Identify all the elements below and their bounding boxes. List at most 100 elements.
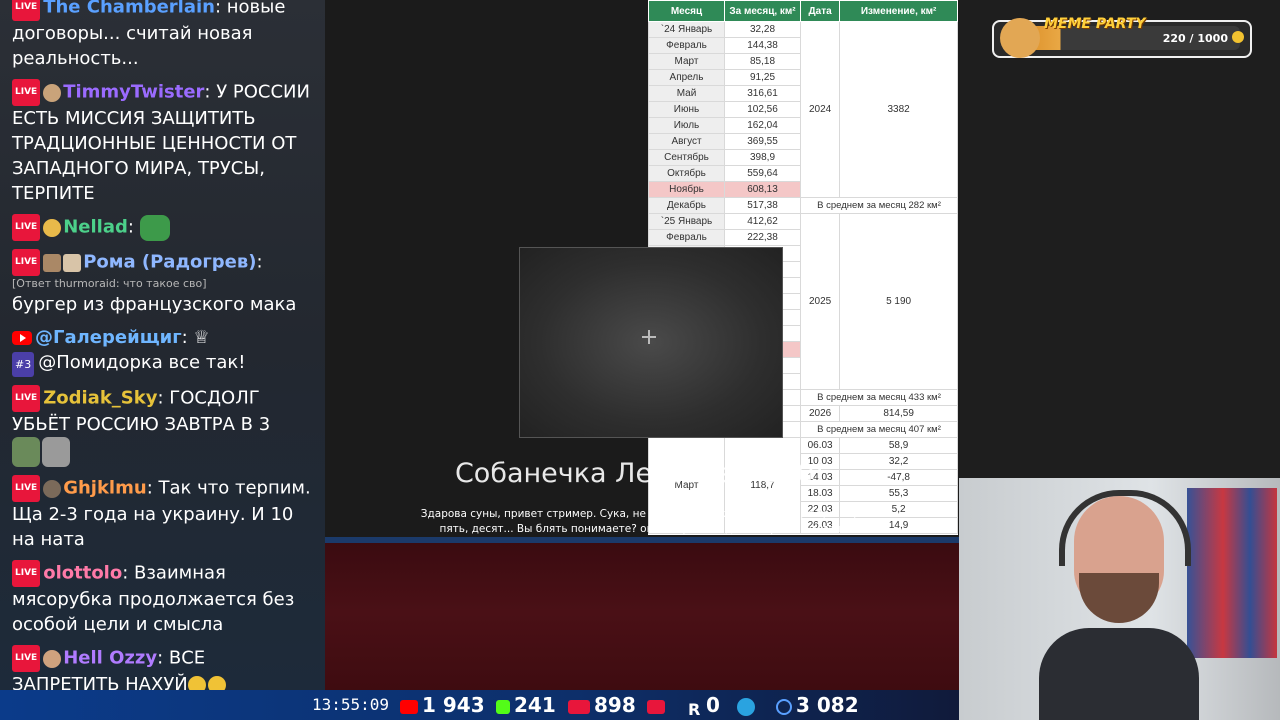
value-cell: 559,64 <box>724 165 801 182</box>
average-cell: В среднем за месяц 407 км² <box>800 421 958 438</box>
month-cell: Сентябрь <box>648 149 725 166</box>
streamer-beard <box>1079 573 1159 623</box>
month-cell: Октябрь <box>648 165 725 182</box>
meme-count: 220 / 1000 <box>1162 32 1228 45</box>
laughing-emoji-icon <box>187 676 206 690</box>
chat-message: LIVE Ghjklmu: Так что терпим. Ща 2-3 года… <box>0 473 325 558</box>
youtube-icon <box>12 331 32 345</box>
vk-icon <box>647 693 669 717</box>
chat-reply: [Ответ thurmoraid: что такое сво] <box>12 277 207 290</box>
month-cell: `25 Январь <box>648 213 725 230</box>
kick-viewers: 241 <box>496 693 556 717</box>
rutube-icon: R <box>688 699 701 719</box>
live-viewers: 898 <box>568 693 636 717</box>
chat-text: бургер из французского мака <box>12 294 297 315</box>
live-badge-icon: LIVE <box>12 560 41 587</box>
live-badge-icon: LIVE <box>12 79 41 106</box>
live-icon <box>568 699 590 714</box>
rutube-viewers: R0 <box>688 693 720 719</box>
table-row: Март 118,7 06.03 58,9 <box>648 437 958 534</box>
value-cell: 85,18 <box>724 53 801 70</box>
value-cell: 316,61 <box>724 85 801 102</box>
live-badge-icon: LIVE <box>12 0 41 21</box>
chat-nick: Nellad <box>63 216 128 238</box>
chat-message: @Галерейщиг: ♕ #3 @Помидорка все так! <box>0 323 325 383</box>
chat-nick: Hell Ozzy <box>63 647 158 669</box>
value-cell: 517,38 <box>724 197 801 214</box>
chat-message: LIVE The Chamberlain: новые договоры... с… <box>0 0 325 77</box>
avatar-icon <box>43 83 62 102</box>
donation-title: Собанечка Легенда - 200! <box>454 458 826 489</box>
youtube-icon <box>400 699 418 714</box>
chat-nick: @Галерейщиг <box>35 327 182 348</box>
value-cell: 162,04 <box>724 117 801 134</box>
doge-icon <box>1000 18 1040 58</box>
average-cell: В среднем за месяц 282 км² <box>800 197 958 214</box>
month-cell: `24 Январь <box>648 21 725 38</box>
drone-video <box>519 247 783 438</box>
year-cell: 2026 <box>799 405 841 422</box>
emote-icon <box>12 437 40 467</box>
chat-nick: Ghjklmu <box>63 477 147 499</box>
value-cell: 91,25 <box>724 69 801 86</box>
value-cell: 222,38 <box>724 229 801 246</box>
chat-message: LIVE Рома (Радогрев): [Ответ thurmoraid: … <box>0 247 325 323</box>
value-cell: 398,9 <box>724 149 801 166</box>
chat-message: LIVE Hell Ozzy: ВСЕ ЗАПРЕТИТЬ НАХУЙ <box>0 643 325 690</box>
chat-nick: Zodiak_Sky <box>43 387 158 409</box>
chat-message: LIVE Nellad: <box>0 212 325 247</box>
table-row: `25 Январь 412,62 2025 5 190 <box>648 213 958 390</box>
column-header: Месяц <box>648 0 725 22</box>
month-cell: Март <box>648 53 725 70</box>
stream-canvas: LIVE The Chamberlain: новые договоры... с… <box>0 0 1280 720</box>
telegram-icon <box>737 693 759 717</box>
rank-badge: #3 <box>12 352 35 377</box>
month-cell: Февраль <box>648 229 725 246</box>
emote-icon <box>42 437 70 467</box>
chat-panel[interactable]: LIVE The Chamberlain: новые договоры... с… <box>0 0 325 690</box>
year-cell: 2024 <box>799 21 841 198</box>
stream-clock: 13:55:09 <box>312 695 390 714</box>
table-row: `24 Январь 32,28 2024 3382 <box>648 21 958 198</box>
month-cell: Июль <box>648 117 725 134</box>
chat-message: LIVE Zodiak_Sky: ГОСДОЛГ УБЬЁТ РОССИЮ ЗАВ… <box>0 383 325 473</box>
month-cell: Июнь <box>648 101 725 118</box>
month-cell: Февраль <box>648 37 725 54</box>
badge-icon <box>43 218 62 237</box>
badge-icon <box>43 253 62 272</box>
chat-nick: olottolo <box>43 562 123 584</box>
chat-text: @Помидорка все так! <box>38 352 246 373</box>
user-icon <box>776 698 792 715</box>
month-cell: Май <box>648 85 725 102</box>
kick-icon <box>496 699 510 714</box>
meme-party-widget: MEME PARTY 220 / 1000 <box>992 16 1252 58</box>
live-badge-icon: LIVE <box>12 475 41 502</box>
table-row: Декабрь 517,38 В среднем за месяц 282 км² <box>648 197 958 214</box>
vk-play-icon <box>647 699 665 714</box>
value-cell: 144,38 <box>724 37 801 54</box>
total-cell: 5 190 <box>839 213 958 390</box>
month-cell: Апрель <box>648 69 725 86</box>
chat-message: LIVE olottolo: Взаимная мясорубка продолж… <box>0 558 325 643</box>
chat-nick: TimmyTwister <box>63 81 205 103</box>
total-cell: 814,59 <box>839 405 958 422</box>
month-cell: Декабрь <box>648 197 725 214</box>
avatar-icon <box>43 479 62 498</box>
meme-title: MEME PARTY <box>1044 16 1146 32</box>
month-cell: Август <box>648 133 725 150</box>
column-header: Изменение, км² <box>839 0 958 22</box>
donation-text: Здарова суны, привет стример. Сука, не м… <box>420 508 860 535</box>
streamer <box>1039 488 1199 720</box>
average-cell: В среднем за месяц 433 км² <box>800 389 958 406</box>
value-cell: 412,62 <box>724 213 801 230</box>
streamer-shirt <box>1039 628 1199 720</box>
live-badge-icon: LIVE <box>12 214 41 241</box>
chat-nick: Рома (Радогрев) <box>83 251 257 273</box>
coin-icon <box>1232 31 1244 43</box>
chat-nick: The Chamberlain <box>43 0 215 18</box>
total-cell: 3382 <box>839 21 958 198</box>
column-header: Дата <box>799 0 841 22</box>
value-cell: 369,55 <box>724 133 801 150</box>
crosshair-icon <box>642 330 656 344</box>
year-cell: 2025 <box>799 213 841 390</box>
